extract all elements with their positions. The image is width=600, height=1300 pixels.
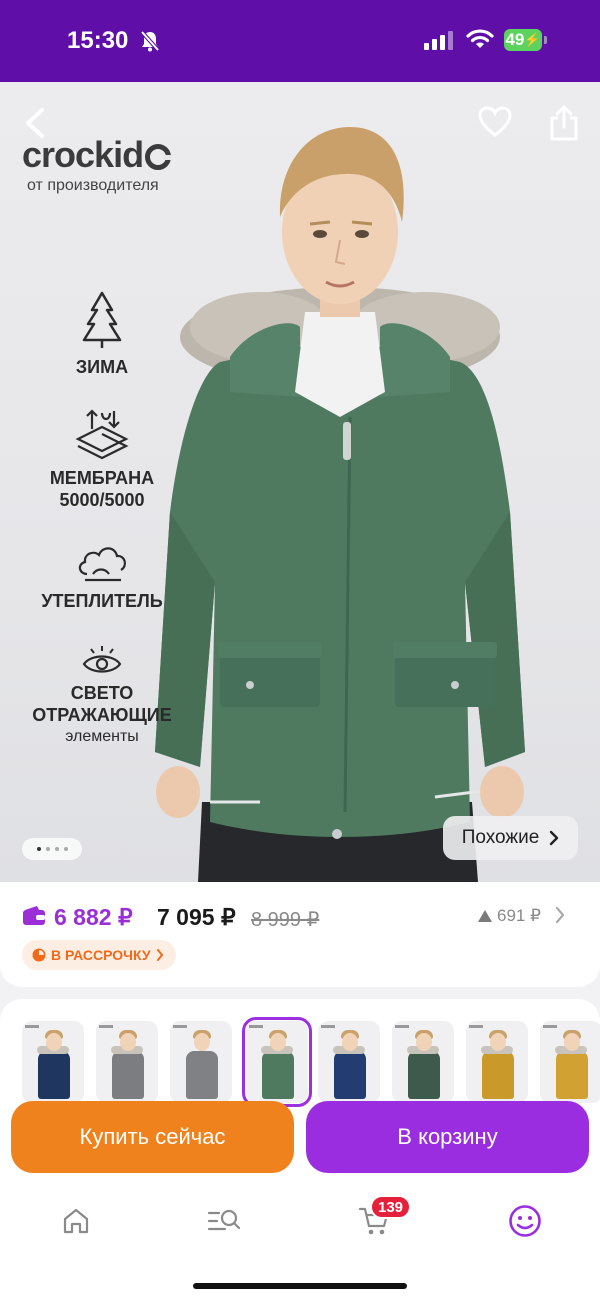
nav-home[interactable] (56, 1201, 96, 1241)
color-variant-thumbnail[interactable] (392, 1021, 454, 1103)
installment-label: В РАССРОЧКУ (51, 947, 151, 963)
thumbnail-jacket (262, 1051, 294, 1099)
catalog-search-icon (207, 1209, 241, 1231)
add-to-cart-button[interactable]: В корзину (306, 1101, 589, 1173)
color-variant-thumbnail[interactable] (96, 1021, 158, 1103)
battery-indicator: 49 ⚡ (504, 29, 542, 51)
thumbnail-brand-mark (249, 1025, 263, 1028)
battery-cap (544, 36, 547, 44)
page-dot (45, 847, 50, 851)
product-hero-image[interactable]: crockid от производителя ЗИМА МЕМБРАНА 5… (0, 82, 600, 882)
thumbnail-jacket (334, 1051, 366, 1099)
favorite-heart-icon[interactable] (478, 106, 512, 138)
brand-subtitle: от производителя (27, 177, 159, 194)
thumbnail-jacket (38, 1051, 70, 1099)
color-variant-thumbnail[interactable] (170, 1021, 232, 1103)
thumbnail-face (490, 1033, 506, 1051)
cart-count-badge: 139 (370, 1195, 412, 1219)
thumbnail-face (416, 1033, 432, 1051)
image-page-indicator (22, 838, 82, 860)
clock-pie-icon (32, 948, 46, 962)
thumbnail-jacket (186, 1051, 218, 1099)
thumbnail-face (46, 1033, 62, 1051)
thumbnail-brand-mark (543, 1025, 557, 1028)
feature-reflective-label-3: элементы (65, 728, 139, 745)
thumbnail-jacket (482, 1051, 514, 1099)
wallet-price: 6 882 ₽ (54, 904, 133, 930)
feature-membrane: МЕМБРАНА 5000/5000 (42, 407, 162, 511)
home-icon (63, 1208, 89, 1234)
thumbnail-face (270, 1033, 286, 1051)
feature-membrane-label: МЕМБРАНА (49, 468, 155, 488)
similar-label: Похожие (461, 827, 540, 848)
signal-icon (424, 30, 453, 50)
thumbnail-face (194, 1033, 210, 1051)
color-variant-thumbnail[interactable] (318, 1021, 380, 1103)
thumbnail-jacket (408, 1051, 440, 1099)
thumbnail-face (564, 1033, 580, 1051)
thumbnail-brand-mark (25, 1025, 39, 1028)
chevron-right-icon[interactable] (554, 906, 566, 924)
color-variant-thumbnail[interactable] (466, 1021, 528, 1103)
thumbnail-jacket (112, 1051, 144, 1099)
points-value: 691 ₽ (497, 906, 541, 925)
feature-winter-label: ЗИМА (75, 357, 129, 377)
thumbnail-brand-mark (395, 1025, 409, 1028)
thumbnail-face (120, 1033, 136, 1051)
brand-logo: crockid (22, 134, 173, 176)
nav-catalog[interactable] (204, 1201, 244, 1241)
brand-ring-icon (145, 144, 173, 170)
wifi-icon (466, 29, 494, 48)
thumbnail-brand-mark (99, 1025, 113, 1028)
feature-reflective-label: СВЕТО (70, 683, 134, 703)
product-photo (155, 127, 525, 882)
color-variant-thumbnail[interactable] (22, 1021, 84, 1103)
triangle-up-icon (478, 910, 492, 922)
feature-reflective: СВЕТО ОТРАЖАЮЩИЕ элементы (22, 644, 182, 748)
status-bar: 15:30 49 ⚡ (0, 0, 600, 82)
thumbnail-face (342, 1033, 358, 1051)
color-variant-thumbnail[interactable] (540, 1021, 600, 1103)
share-icon[interactable] (548, 104, 580, 142)
status-time: 15:30 (67, 27, 129, 54)
color-variant-thumbnail[interactable] (242, 1017, 312, 1107)
wallet-icon (23, 906, 45, 925)
nav-profile[interactable] (505, 1201, 545, 1241)
thumbnail-jacket (556, 1051, 588, 1099)
feature-reflective-label-2: ОТРАЖАЮЩИЕ (32, 705, 172, 725)
price-section: 6 882 ₽ 7 095 ₽ 8 999 ₽ 691 ₽ В РАССРОЧК… (0, 882, 600, 987)
brand-name: crockid (22, 134, 144, 175)
old-price: 8 999 ₽ (251, 909, 320, 931)
thumbnail-brand-mark (469, 1025, 483, 1028)
chevron-right-icon (550, 830, 559, 846)
feature-insulation-label: УТЕПЛИТЕЛЬ (41, 591, 163, 611)
snowflake-tree-icon (82, 291, 122, 348)
page-dot (54, 847, 59, 851)
page-dot (63, 847, 68, 851)
profile-icon (509, 1205, 541, 1237)
page-dot (36, 847, 41, 851)
chevron-right-icon (156, 949, 163, 961)
eye-icon (82, 646, 122, 673)
feature-membrane-value: 5000/5000 (59, 490, 145, 510)
cloud-icon (78, 547, 127, 582)
thumbnail-brand-mark (321, 1025, 335, 1028)
bell-muted-icon (140, 30, 160, 52)
thumbnail-brand-mark (173, 1025, 187, 1028)
battery-level: 49 (505, 30, 525, 49)
points-info[interactable]: 691 ₽ (477, 906, 541, 926)
feature-winter: ЗИМА (52, 290, 152, 378)
buy-now-button[interactable]: Купить сейчас (11, 1101, 294, 1173)
home-indicator (193, 1283, 407, 1289)
installment-badge[interactable]: В РАССРОЧКУ (22, 940, 176, 970)
feature-insulation: УТЕПЛИТЕЛЬ (32, 540, 172, 612)
current-price: 7 095 ₽ (157, 904, 236, 930)
membrane-icon (75, 409, 129, 460)
similar-products-button[interactable]: Похожие (443, 816, 578, 860)
